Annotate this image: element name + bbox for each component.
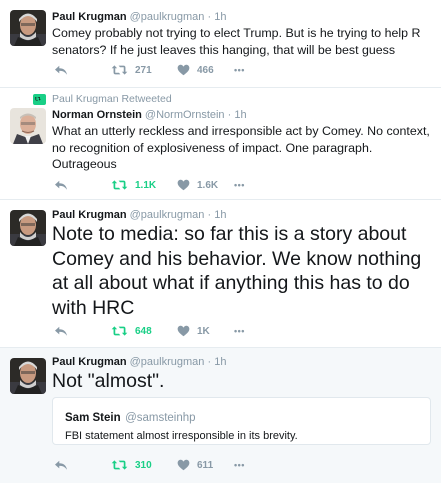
separator-dot: · xyxy=(207,356,212,368)
author-handle[interactable]: @NormOrnstein xyxy=(145,109,225,121)
retweet-button[interactable]: 310 xyxy=(111,458,152,472)
author-handle[interactable]: @paulkrugman xyxy=(130,356,205,368)
timestamp[interactable]: 1h xyxy=(214,11,226,23)
reply-button[interactable] xyxy=(54,178,68,192)
tweet[interactable]: Paul Krugman @paulkrugman · 1h Comey pro… xyxy=(0,0,441,88)
more-button[interactable]: ••• xyxy=(234,63,245,77)
avatar[interactable] xyxy=(10,10,46,46)
timestamp[interactable]: 1h xyxy=(214,209,226,221)
author-name[interactable]: Paul Krugman xyxy=(52,356,127,368)
reply-icon xyxy=(54,325,68,337)
like-count: 611 xyxy=(197,459,214,471)
like-count: 1.6K xyxy=(197,179,219,191)
author-handle[interactable]: @paulkrugman xyxy=(130,11,205,23)
tweet-text: Note to media: so far this is a story ab… xyxy=(52,223,422,319)
quoted-tweet-text: FBI statement almost irresponsible in it… xyxy=(65,430,298,442)
separator-dot: · xyxy=(227,109,232,121)
reply-icon xyxy=(54,64,68,76)
quoted-tweet[interactable]: Sam Stein @samsteinhp FBI statement almo… xyxy=(52,397,431,445)
tweet-header: Paul Krugman @paulkrugman · 1h xyxy=(52,209,226,221)
reply-button[interactable] xyxy=(54,63,68,77)
more-icon: ••• xyxy=(234,460,245,470)
tweet-text: What an utterly reckless and irresponsib… xyxy=(52,124,430,171)
retweet-count: 1.1K xyxy=(135,179,157,191)
like-heart-icon xyxy=(177,459,190,471)
reply-icon xyxy=(54,179,68,191)
retweet-context[interactable]: Paul Krugman Retweeted xyxy=(52,93,172,105)
reply-button[interactable] xyxy=(54,458,68,472)
like-heart-icon xyxy=(177,325,190,337)
tweet-header: Paul Krugman @paulkrugman · 1h xyxy=(52,356,226,368)
like-heart-icon xyxy=(177,64,190,76)
like-heart-icon xyxy=(177,179,190,191)
timestamp[interactable]: 1h xyxy=(234,109,246,121)
like-button[interactable]: 466 xyxy=(177,63,214,77)
like-count: 1K xyxy=(197,325,210,337)
author-name[interactable]: Paul Krugman xyxy=(52,209,127,221)
retweet-count: 271 xyxy=(135,64,152,76)
more-button[interactable]: ••• xyxy=(234,458,245,472)
retweet-icon xyxy=(111,179,128,191)
tweet-header: Norman Ornstein @NormOrnstein · 1h xyxy=(52,109,247,121)
avatar[interactable] xyxy=(10,210,46,246)
reply-button[interactable] xyxy=(54,324,68,338)
avatar[interactable] xyxy=(10,108,46,144)
retweet-icon xyxy=(111,325,128,337)
retweet-icon xyxy=(111,64,128,76)
tweet-header: Paul Krugman @paulkrugman · 1h xyxy=(52,11,226,23)
more-button[interactable]: ••• xyxy=(234,324,245,338)
tweet-text: Not "almost". xyxy=(52,370,165,392)
tweet-text: Comey probably not trying to elect Trump… xyxy=(52,26,421,57)
retweet-button[interactable]: 1.1K xyxy=(111,178,156,192)
author-name[interactable]: Norman Ornstein xyxy=(52,109,142,121)
retweet-count: 648 xyxy=(135,325,152,337)
tweet[interactable]: Paul Krugman Retweeted Norman Ornstein @… xyxy=(0,88,441,200)
more-button[interactable]: ••• xyxy=(234,178,245,192)
like-button[interactable]: 611 xyxy=(177,458,213,472)
retweet-icon xyxy=(111,459,128,471)
like-count: 466 xyxy=(197,64,214,76)
like-button[interactable]: 1K xyxy=(177,324,210,338)
separator-dot: · xyxy=(207,11,212,23)
retweet-count: 310 xyxy=(135,459,152,471)
reply-icon xyxy=(54,459,68,471)
avatar[interactable] xyxy=(10,358,46,394)
quoted-author-name[interactable]: Sam Stein xyxy=(65,412,121,424)
author-handle[interactable]: @paulkrugman xyxy=(130,209,205,221)
retweet-button[interactable]: 271 xyxy=(111,63,152,77)
separator-dot: · xyxy=(207,209,212,221)
retweet-button[interactable]: 648 xyxy=(111,324,152,338)
tweet[interactable]: Paul Krugman @paulkrugman · 1h Not "almo… xyxy=(0,348,441,483)
timestamp[interactable]: 1h xyxy=(214,356,226,368)
more-icon: ••• xyxy=(234,65,245,75)
author-name[interactable]: Paul Krugman xyxy=(52,11,127,23)
quoted-author-handle[interactable]: @samsteinhp xyxy=(125,412,195,424)
retweet-icon xyxy=(33,94,46,105)
more-icon: ••• xyxy=(234,326,245,336)
more-icon: ••• xyxy=(234,180,245,190)
tweet[interactable]: Paul Krugman @paulkrugman · 1h Note to m… xyxy=(0,200,441,348)
like-button[interactable]: 1.6K xyxy=(177,178,218,192)
